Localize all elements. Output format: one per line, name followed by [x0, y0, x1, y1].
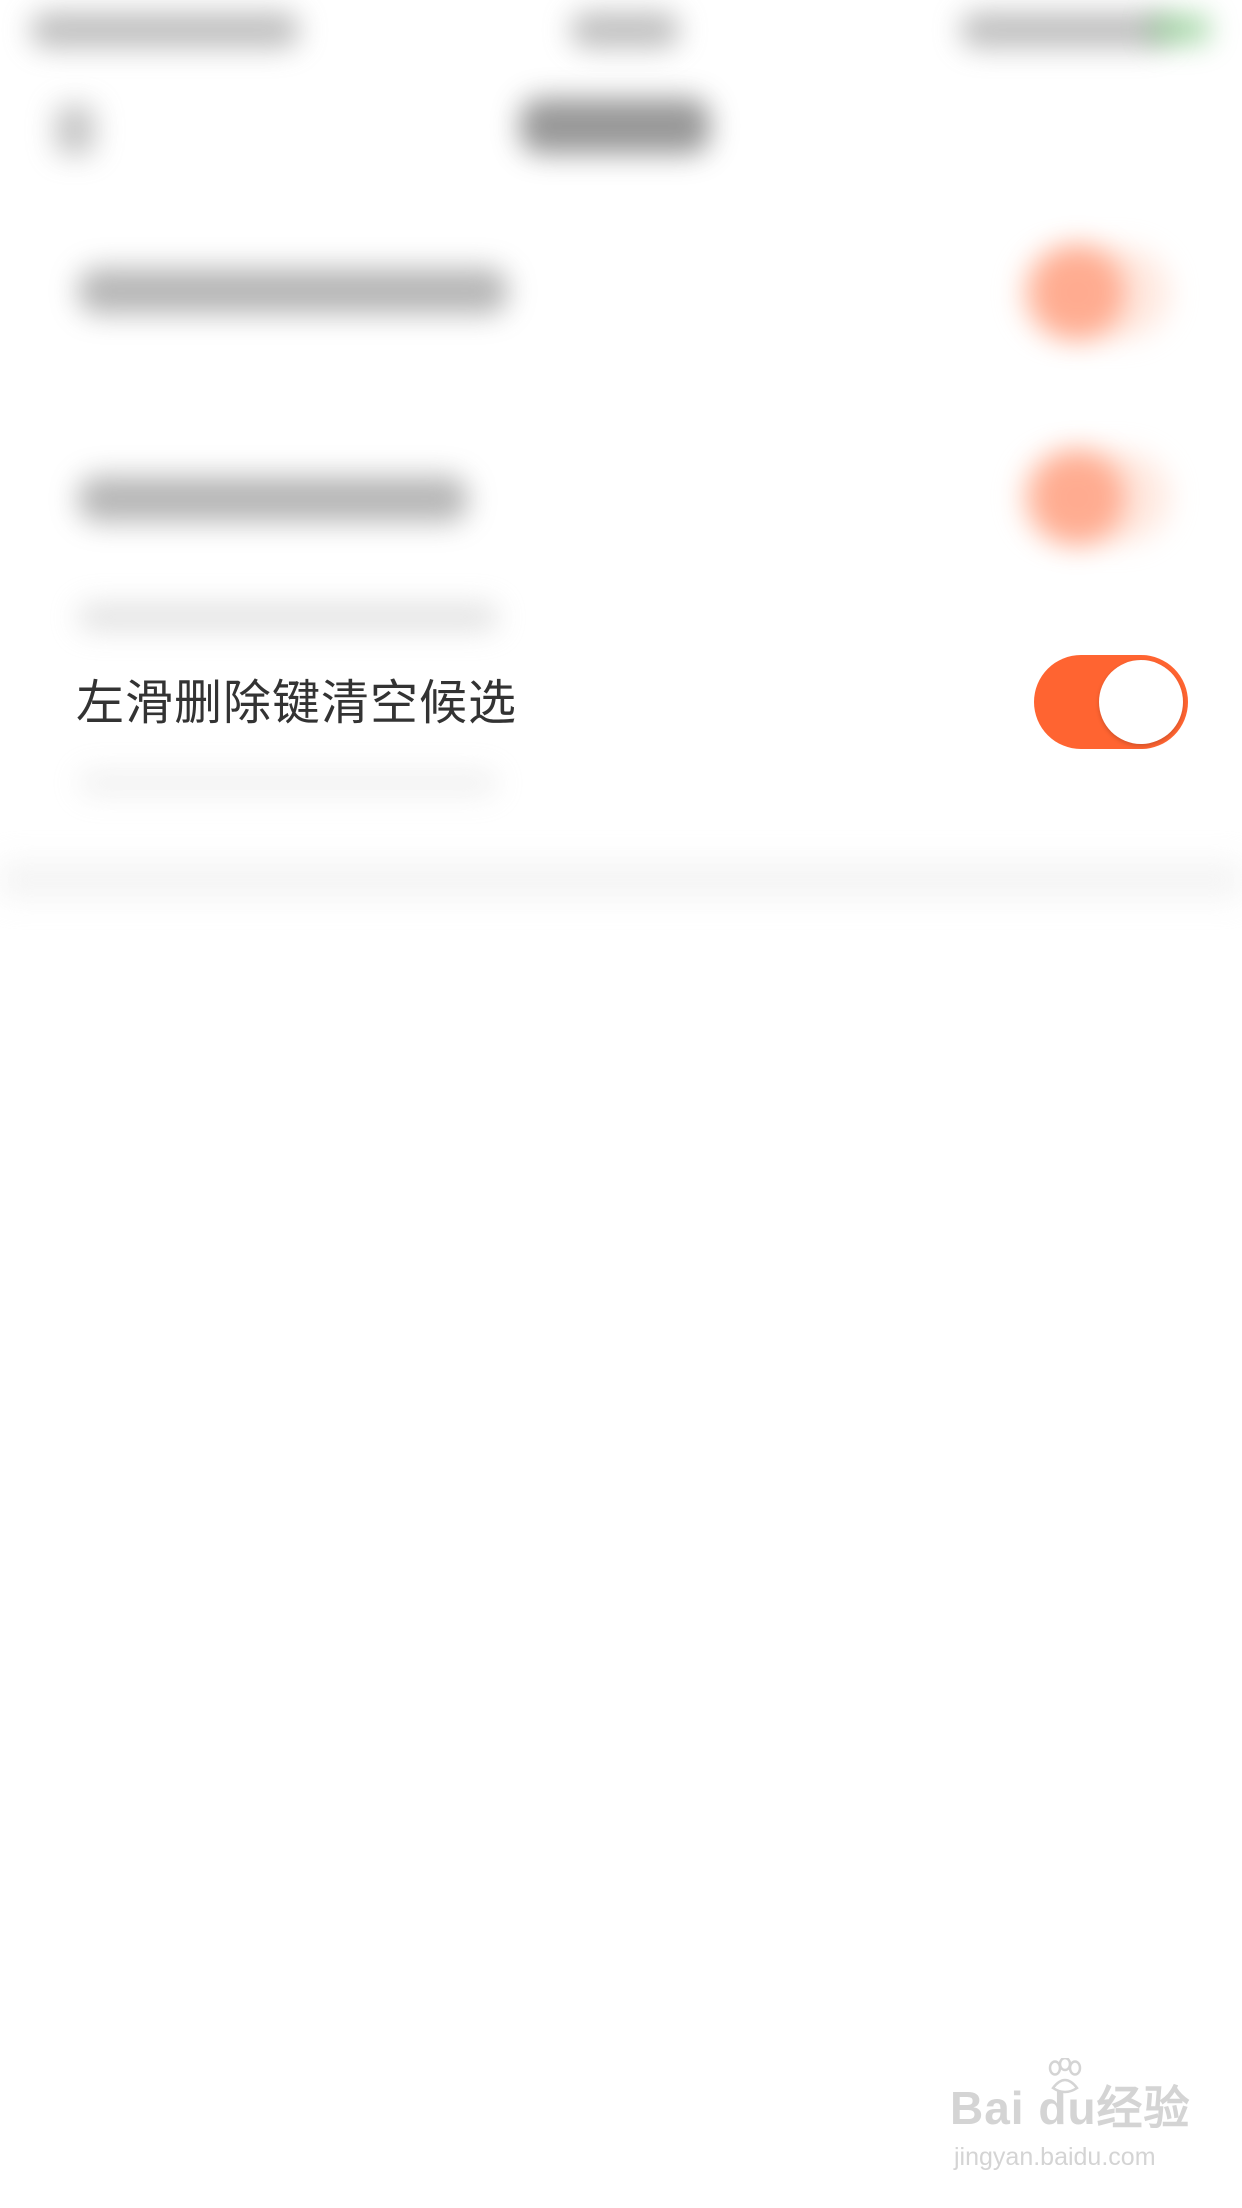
setting-row-2-label-blurred — [78, 476, 468, 522]
setting-row-swipe-delete-clear[interactable]: 左滑删除键清空候选 — [0, 640, 1242, 765]
baidu-paw-icon — [1045, 2056, 1085, 2098]
setting-row-2-sub-blurred — [78, 604, 498, 630]
status-bar-indicators-blurred — [960, 12, 1170, 48]
swipe-delete-clear-toggle[interactable] — [1034, 655, 1188, 749]
status-bar-carrier-blurred — [30, 12, 300, 48]
setting-row-3-sub-blurred — [78, 770, 498, 796]
status-bar — [0, 0, 1242, 66]
setting-row-1-label-blurred — [78, 268, 508, 314]
setting-row-1-toggle-knob-blurred — [1030, 245, 1125, 340]
watermark-url: jingyan.baidu.com — [954, 2143, 1156, 2171]
status-bar-time-blurred — [570, 12, 680, 48]
battery-icon — [1150, 14, 1210, 44]
back-icon[interactable] — [55, 105, 95, 155]
toggle-knob — [1099, 660, 1183, 744]
setting-label: 左滑删除键清空候选 — [76, 675, 518, 731]
settings-page: 左滑删除键清空候选 Bai du经验 jingyan.baidu.com — [0, 0, 1242, 2208]
page-title-blurred — [520, 98, 710, 154]
setting-row-2-toggle-knob-blurred — [1030, 450, 1125, 545]
baidu-jingyan-watermark: Bai du经验 jingyan.baidu.com — [950, 2056, 1190, 2190]
section-divider-blurred — [0, 860, 1242, 900]
